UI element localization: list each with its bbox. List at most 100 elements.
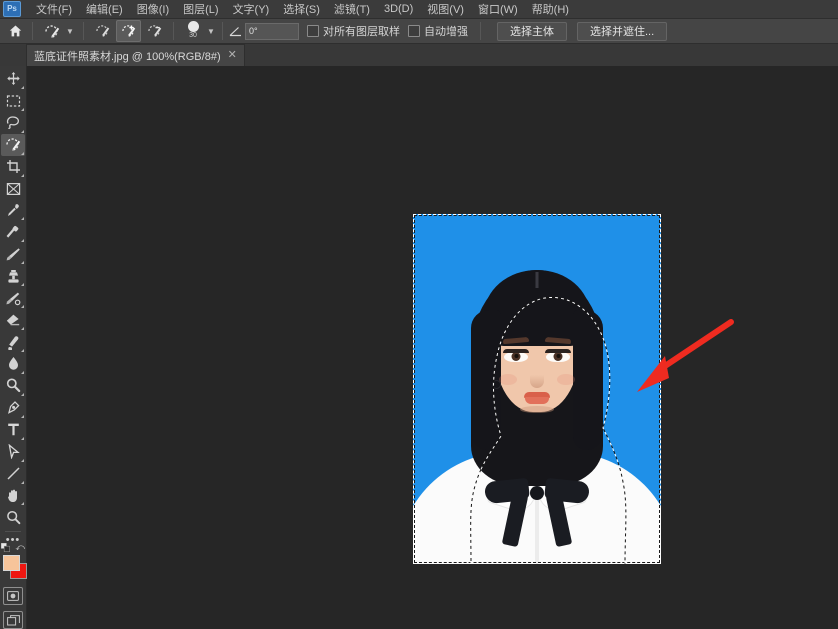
tool-preset-picker[interactable]: ▼ xyxy=(39,21,77,41)
menu-window[interactable]: 窗口(W) xyxy=(471,0,525,19)
flyout-triangle-icon xyxy=(21,480,24,484)
select-subject-button[interactable]: 选择主体 xyxy=(497,21,567,41)
blur-tool[interactable] xyxy=(1,353,25,375)
quick-selection-tool[interactable] xyxy=(1,133,25,156)
new-selection-button[interactable] xyxy=(90,20,115,42)
flyout-triangle-icon xyxy=(21,261,24,265)
options-separator xyxy=(32,22,33,40)
subtract-from-selection-button[interactable] xyxy=(142,20,167,42)
menu-select[interactable]: 选择(S) xyxy=(276,0,327,19)
history-brush-tool[interactable] xyxy=(1,287,25,309)
document-tab-bar: 蓝底证件照素材.jpg @ 100%(RGB/8#) ✕ xyxy=(0,44,838,66)
menu-file[interactable]: 文件(F) xyxy=(29,0,79,19)
cheek-right xyxy=(557,374,575,385)
tool-options-bar: ▼ 30 ▼ 0° 对所有图层取样 自动增强 选择主体 选择并遮住... xyxy=(0,19,838,44)
swap-colors-icon[interactable]: ⤺ xyxy=(15,542,25,553)
flyout-triangle-icon xyxy=(21,392,24,396)
nose xyxy=(530,366,544,388)
bowtie-knot xyxy=(530,486,544,500)
sample-all-layers-checkbox[interactable] xyxy=(307,25,319,37)
angle-input[interactable]: 0° xyxy=(245,22,299,40)
bowtie-loop-left xyxy=(483,477,531,505)
document-image[interactable] xyxy=(413,214,661,564)
brush-size-value: 30 xyxy=(189,32,197,39)
menu-edit[interactable]: 编辑(E) xyxy=(79,0,130,19)
flyout-triangle-icon xyxy=(21,85,24,89)
menu-type[interactable]: 文字(Y) xyxy=(226,0,277,19)
move-tool[interactable] xyxy=(1,68,25,90)
brush-preview-icon xyxy=(187,21,199,32)
sample-all-layers-option[interactable]: 对所有图层取样 xyxy=(307,23,400,39)
flyout-triangle-icon xyxy=(21,283,24,287)
workspace: ••• ⤺ xyxy=(0,66,838,629)
flyout-triangle-icon xyxy=(21,107,24,111)
add-to-selection-button[interactable] xyxy=(116,20,141,42)
type-tool[interactable] xyxy=(1,419,25,441)
flyout-triangle-icon xyxy=(21,370,24,374)
photoshop-logo-icon: Ps xyxy=(3,1,21,17)
menu-help[interactable]: 帮助(H) xyxy=(525,0,576,19)
earring xyxy=(492,380,501,389)
menu-bar: Ps 文件(F) 编辑(E) 图像(I) 图层(L) 文字(Y) 选择(S) 滤… xyxy=(0,0,838,19)
eyelid-right xyxy=(545,349,571,353)
brush-chevron-down-icon[interactable]: ▼ xyxy=(206,22,216,40)
document-tab-label: 蓝底证件照素材.jpg @ 100%(RGB/8#) xyxy=(34,50,221,63)
brush-tool[interactable] xyxy=(1,243,25,265)
brush-angle-field: 0° xyxy=(229,22,299,40)
menu-image[interactable]: 图像(I) xyxy=(130,0,176,19)
spot-healing-brush-tool[interactable] xyxy=(1,221,25,243)
path-selection-tool[interactable] xyxy=(1,441,25,463)
options-separator-5 xyxy=(480,22,481,40)
default-colors-icon[interactable] xyxy=(1,543,10,553)
bowtie-loop-right xyxy=(543,477,591,505)
lasso-tool[interactable] xyxy=(1,112,25,134)
options-separator-3 xyxy=(173,22,174,40)
document-tab[interactable]: 蓝底证件照素材.jpg @ 100%(RGB/8#) ✕ xyxy=(26,44,245,66)
eyedropper-tool[interactable] xyxy=(1,200,25,222)
tools-divider xyxy=(5,531,21,533)
canvas-area[interactable] xyxy=(27,66,838,629)
screen-mode-icon[interactable] xyxy=(3,611,23,629)
eye-left xyxy=(504,352,528,362)
hand-tool[interactable] xyxy=(1,485,25,507)
eraser-tool[interactable] xyxy=(1,309,25,331)
dodge-tool[interactable] xyxy=(1,375,25,397)
photoshop-window: Ps 文件(F) 编辑(E) 图像(I) 图层(L) 文字(Y) 选择(S) 滤… xyxy=(0,0,838,629)
menu-filter[interactable]: 滤镜(T) xyxy=(327,0,377,19)
crop-tool[interactable] xyxy=(1,156,25,178)
zoom-tool[interactable] xyxy=(1,506,25,528)
auto-enhance-checkbox[interactable] xyxy=(408,25,420,37)
line-tool[interactable] xyxy=(1,463,25,485)
auto-enhance-label: 自动增强 xyxy=(424,26,468,38)
flyout-triangle-icon xyxy=(21,458,24,462)
flyout-triangle-icon xyxy=(21,348,24,352)
flyout-triangle-icon xyxy=(21,327,24,331)
brush-size-picker[interactable]: 30 xyxy=(180,20,206,42)
menu-3d[interactable]: 3D(D) xyxy=(377,1,420,17)
tools-panel: ••• ⤺ xyxy=(0,66,27,629)
gradient-tool[interactable] xyxy=(1,331,25,353)
pupil-right xyxy=(556,354,560,358)
flyout-triangle-icon xyxy=(21,217,24,221)
menu-layer[interactable]: 图层(L) xyxy=(176,0,225,19)
options-separator-4 xyxy=(222,22,223,40)
rectangular-marquee-tool[interactable] xyxy=(1,90,25,112)
select-and-mask-button[interactable]: 选择并遮住... xyxy=(577,21,668,41)
menu-view[interactable]: 视图(V) xyxy=(420,0,471,19)
close-icon[interactable]: ✕ xyxy=(228,50,237,61)
clone-stamp-tool[interactable] xyxy=(1,265,25,287)
flyout-triangle-icon xyxy=(21,436,24,440)
eye-right xyxy=(546,352,570,362)
auto-enhance-option[interactable]: 自动增强 xyxy=(408,23,468,39)
pen-tool[interactable] xyxy=(1,397,25,419)
hair-side-right xyxy=(573,310,603,450)
lower-lip xyxy=(525,397,549,404)
foreground-color-swatch[interactable] xyxy=(3,555,20,572)
quick-mask-icon[interactable] xyxy=(3,587,23,606)
home-button[interactable] xyxy=(4,21,26,41)
flyout-triangle-icon xyxy=(21,129,24,133)
chin-shadow xyxy=(520,406,554,413)
frame-tool[interactable] xyxy=(1,178,25,200)
hair-part xyxy=(535,272,539,288)
chevron-down-icon[interactable]: ▼ xyxy=(65,22,75,40)
